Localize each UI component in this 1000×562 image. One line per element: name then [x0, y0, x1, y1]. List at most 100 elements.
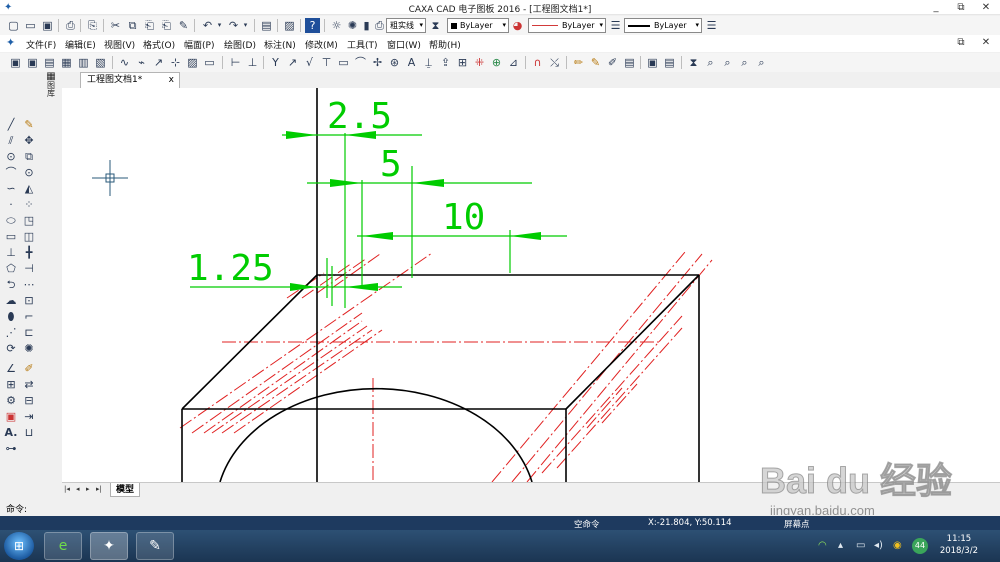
properties-icon[interactable]: ▤	[259, 18, 274, 33]
open-file-icon[interactable]: ▭	[23, 18, 38, 33]
system-clock[interactable]: 11:15 2018/3/2	[940, 533, 978, 557]
view-tool-icon[interactable]: ⊶	[4, 442, 18, 456]
ie-browser-icon[interactable]: e	[44, 532, 82, 560]
first-tab-button[interactable]: |◂	[64, 485, 70, 493]
layer-printer-icon[interactable]: ⎙	[372, 18, 387, 33]
brush-icon[interactable]: ✎	[22, 118, 36, 132]
point-icon[interactable]: ·	[4, 198, 18, 212]
coordinate-dim-icon[interactable]: ⊥	[245, 55, 260, 70]
frame-icon[interactable]: ▣	[8, 55, 23, 70]
array-icon[interactable]: ⁘	[22, 198, 36, 212]
menu-format[interactable]: 格式(O)	[143, 38, 175, 51]
close-button[interactable]: ✕	[975, 1, 997, 14]
align-icon[interactable]: ⊟	[22, 394, 36, 408]
chamfer-tool-icon[interactable]: ⊏	[22, 326, 36, 340]
wave-line-icon[interactable]: ∿	[117, 55, 132, 70]
trim-icon[interactable]: ╋	[22, 246, 36, 260]
mirror-icon[interactable]: ◭	[22, 182, 36, 196]
construction-line-icon[interactable]: ⋰	[4, 326, 18, 340]
bom-icon[interactable]: ▥	[76, 55, 91, 70]
prev-tab-button[interactable]: ◂	[76, 485, 80, 493]
fillet-icon[interactable]: ⌐	[22, 310, 36, 324]
offset-icon[interactable]: ⊡	[22, 294, 36, 308]
edit-text-icon[interactable]: ✎	[588, 55, 603, 70]
line-icon[interactable]: ╱	[4, 118, 18, 132]
dimension-icon[interactable]: ⊢	[228, 55, 243, 70]
security-icon[interactable]: ◉	[893, 540, 902, 551]
measure-icon[interactable]: ⊿	[506, 55, 521, 70]
join-icon[interactable]: ⊔	[22, 426, 36, 440]
zoom-window-icon[interactable]: ⌕	[720, 55, 735, 70]
center-mark-icon[interactable]: ⊹	[168, 55, 183, 70]
hatch-icon[interactable]: ▨	[185, 55, 200, 70]
tray-arrow-icon[interactable]: ▴	[838, 540, 843, 551]
sun-icon[interactable]: ✺	[345, 18, 360, 33]
menu-file[interactable]: 文件(F)	[26, 38, 56, 51]
volume-icon[interactable]: ◂)	[874, 540, 883, 551]
tray-badge[interactable]: 44	[912, 538, 928, 554]
color-wheel-icon[interactable]: ◕	[510, 18, 525, 33]
copy-objects-icon[interactable]: ⧉	[22, 150, 36, 164]
caxa-task-icon[interactable]: ✦	[90, 532, 128, 560]
edit-attr-icon[interactable]: ✐	[605, 55, 620, 70]
image-icon[interactable]: ▨	[282, 18, 297, 33]
linetype-select[interactable]: ByLayer ▾	[528, 18, 606, 33]
block-insert-icon[interactable]: ⊞	[4, 378, 18, 392]
revision-icon[interactable]: ⟳	[4, 342, 18, 356]
explode-icon[interactable]: ✺	[22, 342, 36, 356]
doc-close-button[interactable]: ✕	[975, 36, 997, 49]
chamfer-icon[interactable]: ✢	[370, 55, 385, 70]
weld-icon[interactable]: ⌒	[353, 55, 368, 70]
table-icon[interactable]: ▦	[59, 55, 74, 70]
pan-icon[interactable]: ⧗	[686, 55, 701, 70]
menu-draw[interactable]: 绘图(D)	[224, 38, 256, 51]
doc-tab[interactable]: 工程图文档1* x	[80, 72, 180, 88]
break-icon[interactable]: ⋯	[22, 278, 36, 292]
windows-start-icon[interactable]: ⊞	[4, 532, 34, 560]
image-insert-icon[interactable]: ▣	[4, 410, 18, 424]
view-arrow-icon[interactable]: ⇪	[438, 55, 453, 70]
gear-icon[interactable]: ⚙	[4, 394, 18, 408]
rotate-icon[interactable]: ⊙	[22, 166, 36, 180]
new-file-icon[interactable]: ▢	[6, 18, 21, 33]
light-bulb-icon[interactable]: ☼	[329, 18, 344, 33]
snap-icon[interactable]: ⊕	[489, 55, 504, 70]
zoom-previous-icon[interactable]: ⌕	[754, 55, 769, 70]
lineweight-select[interactable]: ByLayer ▾	[624, 18, 702, 33]
redo-dropdown-icon[interactable]: ▾	[238, 18, 253, 33]
menu-dimension[interactable]: 标注(N)	[264, 38, 296, 51]
title-block-icon[interactable]: ▣	[25, 55, 40, 70]
cloud-icon[interactable]: ☁	[4, 294, 18, 308]
parallel-line-icon[interactable]: ⫽	[4, 134, 18, 148]
menu-edit[interactable]: 编辑(E)	[65, 38, 96, 51]
section-icon[interactable]: ⍊	[421, 55, 436, 70]
next-tab-button[interactable]: ▸	[86, 485, 90, 493]
angle-line-icon[interactable]: ∠	[4, 362, 18, 376]
parts-list-icon[interactable]: ▧	[93, 55, 108, 70]
text-tool-icon[interactable]: A.	[4, 426, 18, 440]
zigzag-icon[interactable]: ⌁	[134, 55, 149, 70]
save-icon[interactable]: ▣	[40, 18, 55, 33]
balloon-icon[interactable]: ⊛	[387, 55, 402, 70]
lineweight-icon[interactable]: ☰	[704, 18, 719, 33]
extend-icon[interactable]: ⊣	[22, 262, 36, 276]
arrow-icon[interactable]: ↗	[151, 55, 166, 70]
minimize-button[interactable]: _	[925, 1, 947, 14]
layout-icon[interactable]: ▤	[662, 55, 677, 70]
hatch-tool-icon[interactable]: ⬮	[4, 310, 18, 324]
wifi-icon[interactable]: ◠	[818, 540, 827, 551]
cut-icon[interactable]: ✂	[108, 18, 123, 33]
leader-icon[interactable]: Y	[268, 55, 283, 70]
restore-button[interactable]: ⧉	[950, 1, 972, 14]
move-icon[interactable]: ✥	[22, 134, 36, 148]
circle-icon[interactable]: ⊙	[4, 150, 18, 164]
command-line[interactable]: 命令:	[0, 498, 1000, 516]
last-tab-button[interactable]: ▸|	[96, 485, 102, 493]
text-icon[interactable]: A	[404, 55, 419, 70]
tolerance-icon[interactable]: ▭	[336, 55, 351, 70]
undo-dropdown-icon[interactable]: ▾	[212, 18, 227, 33]
linetype-manager-icon[interactable]: ☰	[608, 18, 623, 33]
swap-icon[interactable]: ⇄	[22, 378, 36, 392]
caxa-menu-icon[interactable]: ✦	[6, 36, 15, 49]
edit-block-icon[interactable]: ▤	[622, 55, 637, 70]
